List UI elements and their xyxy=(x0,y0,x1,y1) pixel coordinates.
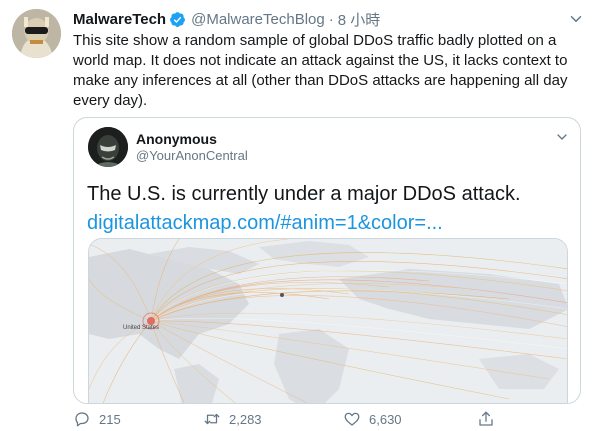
reply-count: 215 xyxy=(99,411,121,427)
tweet-header: MalwareTech @MalwareTechBlog · 8 小時 xyxy=(73,8,585,30)
retweet-count: 2,283 xyxy=(229,411,262,427)
author-avatar[interactable] xyxy=(12,9,61,58)
author-handle[interactable]: @MalwareTechBlog xyxy=(191,11,325,28)
reply-icon xyxy=(75,412,89,427)
world-map-graphic: United States xyxy=(89,239,567,403)
author-name[interactable]: MalwareTech xyxy=(73,11,166,28)
like-icon xyxy=(344,412,360,426)
share-button[interactable] xyxy=(477,410,503,428)
tweet-action-bar: 215 2,283 6,630 xyxy=(73,410,513,431)
attack-map-image[interactable]: United States xyxy=(88,238,568,403)
quoted-tweet[interactable]: Anonymous @YourAnonCentral The U.S. is c… xyxy=(73,117,581,404)
quoted-tweet-link[interactable]: digitalattackmap.com/#anim=1&color=... xyxy=(87,209,573,238)
tweet-text: This site show a random sample of global… xyxy=(73,32,568,109)
separator-dot: · xyxy=(328,10,334,28)
quoted-tweet-body: The U.S. is currently under a major DDoS… xyxy=(87,183,521,205)
quoted-tweet-text: The U.S. is currently under a major DDoS… xyxy=(87,180,573,238)
retweet-icon xyxy=(204,413,220,425)
chevron-down-icon[interactable] xyxy=(554,129,570,145)
share-icon xyxy=(479,411,493,426)
retweet-button[interactable]: 2,283 xyxy=(203,410,262,428)
like-button[interactable]: 6,630 xyxy=(343,410,402,428)
reply-button[interactable]: 215 xyxy=(73,410,121,428)
like-count: 6,630 xyxy=(369,411,402,427)
quoted-author-name[interactable]: Anonymous xyxy=(136,131,217,147)
chevron-down-icon[interactable] xyxy=(567,10,585,28)
map-country-label: United States xyxy=(123,325,159,331)
tweet-timestamp[interactable]: 8 小時 xyxy=(338,9,381,30)
quoted-author-avatar[interactable] xyxy=(88,127,128,167)
quoted-author-handle[interactable]: @YourAnonCentral xyxy=(136,148,248,163)
verified-badge-icon xyxy=(170,11,186,27)
